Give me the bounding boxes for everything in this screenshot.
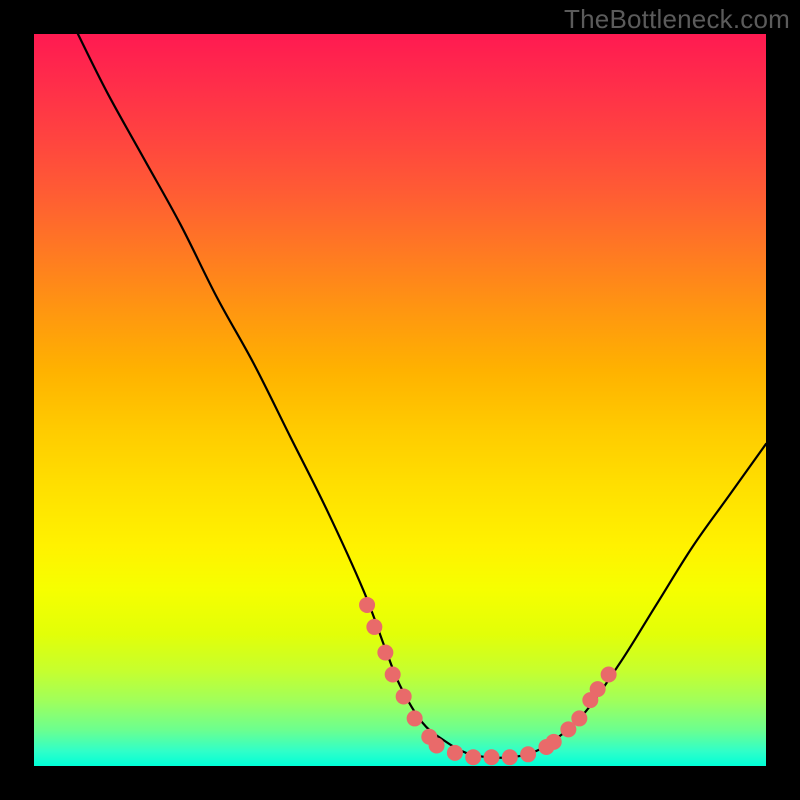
marker-dot <box>590 681 606 697</box>
marker-dot <box>385 667 401 683</box>
marker-dot <box>465 749 481 765</box>
marker-dot <box>447 745 463 761</box>
marker-dot <box>520 746 536 762</box>
marker-dot <box>601 667 617 683</box>
marker-dot <box>429 738 445 754</box>
marker-dot <box>571 710 587 726</box>
curve-line <box>78 34 766 758</box>
marker-dot <box>396 688 412 704</box>
chart-svg <box>34 34 766 766</box>
marker-dot <box>377 645 393 661</box>
marker-dot <box>502 749 518 765</box>
marker-dot <box>546 734 562 750</box>
watermark-text: TheBottleneck.com <box>564 4 790 35</box>
plot-area <box>34 34 766 766</box>
marker-dot <box>366 619 382 635</box>
marker-dot <box>407 710 423 726</box>
marker-dot <box>484 749 500 765</box>
marker-dot <box>359 597 375 613</box>
chart-frame: TheBottleneck.com <box>0 0 800 800</box>
